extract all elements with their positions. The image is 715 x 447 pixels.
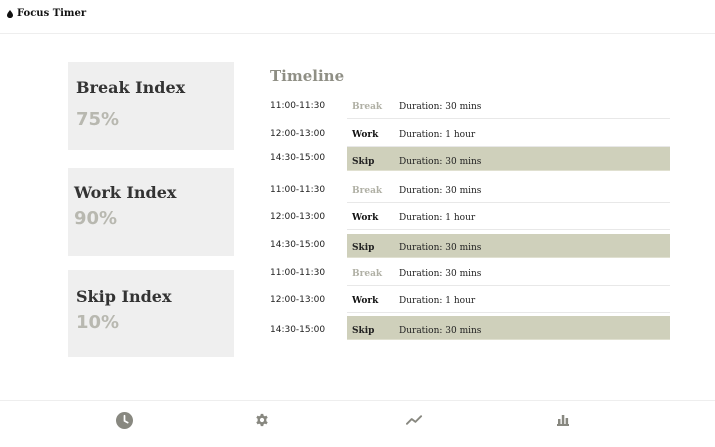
row-strip <box>347 289 670 313</box>
row-type: Work <box>352 213 379 223</box>
nav-stats-button[interactable] <box>554 411 572 429</box>
card-title: Break Index <box>76 78 186 97</box>
row-duration: Duration: 30 mins <box>399 102 482 112</box>
nav-trends-button[interactable] <box>405 411 423 429</box>
row-strip-highlight <box>347 147 670 171</box>
row-type: Skip <box>352 157 375 167</box>
water-drop-icon <box>7 9 13 18</box>
timeline-row[interactable]: 12:00-13:00 Work Duration: 1 hour <box>270 289 670 313</box>
row-type: Skip <box>352 326 375 336</box>
row-duration: Duration: 30 mins <box>399 157 482 167</box>
row-time: 11:00-11:30 <box>270 268 326 278</box>
row-time: 14:30-15:00 <box>270 240 326 250</box>
row-strip <box>347 262 670 286</box>
row-time: 11:00-11:30 <box>270 101 326 111</box>
row-time: 12:00-13:00 <box>270 295 326 305</box>
row-duration: Duration: 30 mins <box>399 243 482 253</box>
nav-settings-button[interactable] <box>253 411 271 429</box>
row-duration: Duration: 30 mins <box>399 326 482 336</box>
row-strip <box>347 206 670 230</box>
timeline-row[interactable]: 11:00-11:30 Break Duration: 30 mins <box>270 179 670 203</box>
timeline-row[interactable]: 12:00-13:00 Work Duration: 1 hour <box>270 123 670 147</box>
row-strip <box>347 95 670 119</box>
timeline-row[interactable]: 14:30-15:00 Skip Duration: 30 mins <box>270 147 670 171</box>
timeline-title: Timeline <box>270 67 345 85</box>
app-title: Focus Timer <box>17 8 87 19</box>
card-value: 75% <box>76 109 120 130</box>
row-duration: Duration: 1 hour <box>399 130 476 140</box>
row-time: 12:00-13:00 <box>270 129 326 139</box>
timeline-row[interactable]: 14:30-15:00 Skip Duration: 30 mins <box>270 234 670 258</box>
break-index-card: Break Index 75% <box>68 62 234 150</box>
row-strip <box>347 179 670 203</box>
app-brand: Focus Timer <box>7 8 86 19</box>
top-bar: Focus Timer <box>0 0 715 34</box>
work-index-card: Work Index 90% <box>68 168 234 256</box>
skip-index-card: Skip Index 10% <box>68 270 234 357</box>
row-time: 12:00-13:00 <box>270 212 326 222</box>
row-type: Break <box>352 186 383 196</box>
row-type: Work <box>352 130 379 140</box>
card-value: 90% <box>74 208 118 229</box>
row-type: Break <box>352 269 383 279</box>
gear-icon <box>256 413 268 427</box>
row-type: Skip <box>352 243 375 253</box>
trend-icon <box>405 415 422 425</box>
timeline-row[interactable]: 14:30-15:00 Skip Duration: 30 mins <box>270 316 670 340</box>
timeline-row[interactable]: 11:00-11:30 Break Duration: 30 mins <box>270 95 670 119</box>
row-time: 14:30-15:00 <box>270 153 326 163</box>
row-time: 11:00-11:30 <box>270 185 326 195</box>
timeline-row[interactable]: 12:00-13:00 Work Duration: 1 hour <box>270 206 670 230</box>
row-type: Break <box>352 102 383 112</box>
focus-timer-app: Focus Timer Break Index 75% Work Index 9… <box>0 0 715 447</box>
bottom-navigation <box>0 400 715 447</box>
row-strip-highlight <box>347 234 670 258</box>
row-time: 14:30-15:00 <box>270 325 326 335</box>
clock-icon <box>115 411 133 429</box>
nav-timer-button[interactable] <box>115 411 133 429</box>
card-value: 10% <box>76 312 120 333</box>
bar-chart-icon <box>557 415 569 426</box>
timeline-row[interactable]: 11:00-11:30 Break Duration: 30 mins <box>270 262 670 286</box>
card-title: Skip Index <box>76 287 172 306</box>
row-strip <box>347 123 670 147</box>
row-strip-highlight <box>347 316 670 340</box>
row-duration: Duration: 30 mins <box>399 269 482 279</box>
row-type: Work <box>352 296 379 306</box>
card-title: Work Index <box>74 183 177 202</box>
row-duration: Duration: 1 hour <box>399 296 476 306</box>
row-duration: Duration: 30 mins <box>399 186 482 196</box>
row-duration: Duration: 1 hour <box>399 213 476 223</box>
